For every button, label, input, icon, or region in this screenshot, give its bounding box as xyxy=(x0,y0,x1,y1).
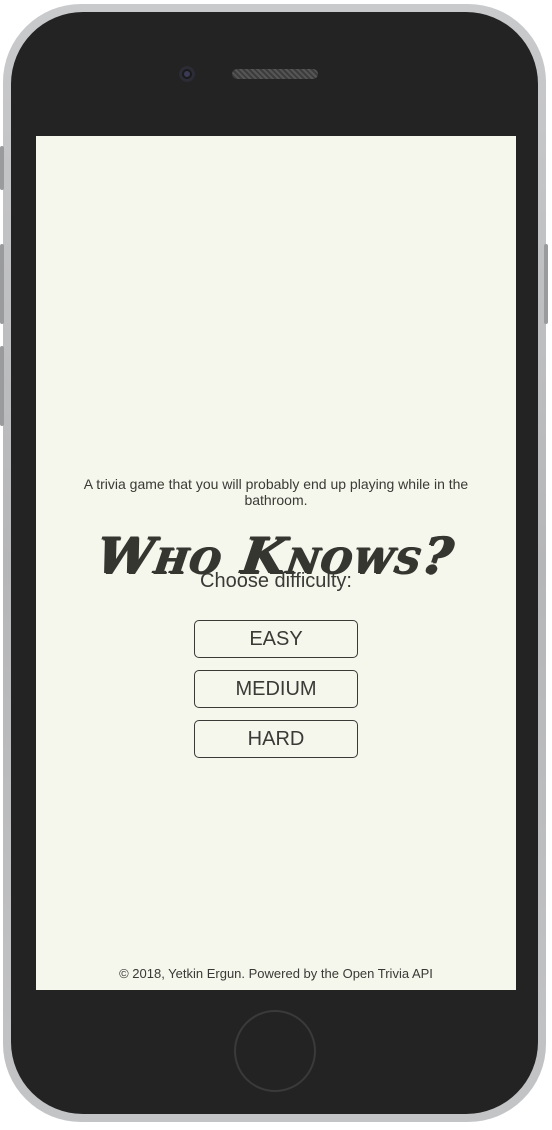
front-camera-icon xyxy=(179,66,195,82)
power-button xyxy=(544,244,548,324)
mute-switch xyxy=(0,146,4,190)
volume-down-button xyxy=(0,346,4,426)
easy-button[interactable]: EASY xyxy=(194,620,358,658)
home-button[interactable] xyxy=(234,1010,316,1092)
hard-button[interactable]: HARD xyxy=(194,720,358,758)
speaker-grille xyxy=(232,69,318,79)
difficulty-prompt: Choose difficulty: xyxy=(200,570,352,592)
footer-credits: © 2018, Yetkin Ergun. Powered by the Ope… xyxy=(119,966,433,981)
app-tagline: A trivia game that you will probably end… xyxy=(83,476,469,508)
app-screen: Who Knows? A trivia game that you will p… xyxy=(36,136,516,990)
volume-up-button xyxy=(0,244,4,324)
medium-button[interactable]: MEDIUM xyxy=(194,670,358,708)
